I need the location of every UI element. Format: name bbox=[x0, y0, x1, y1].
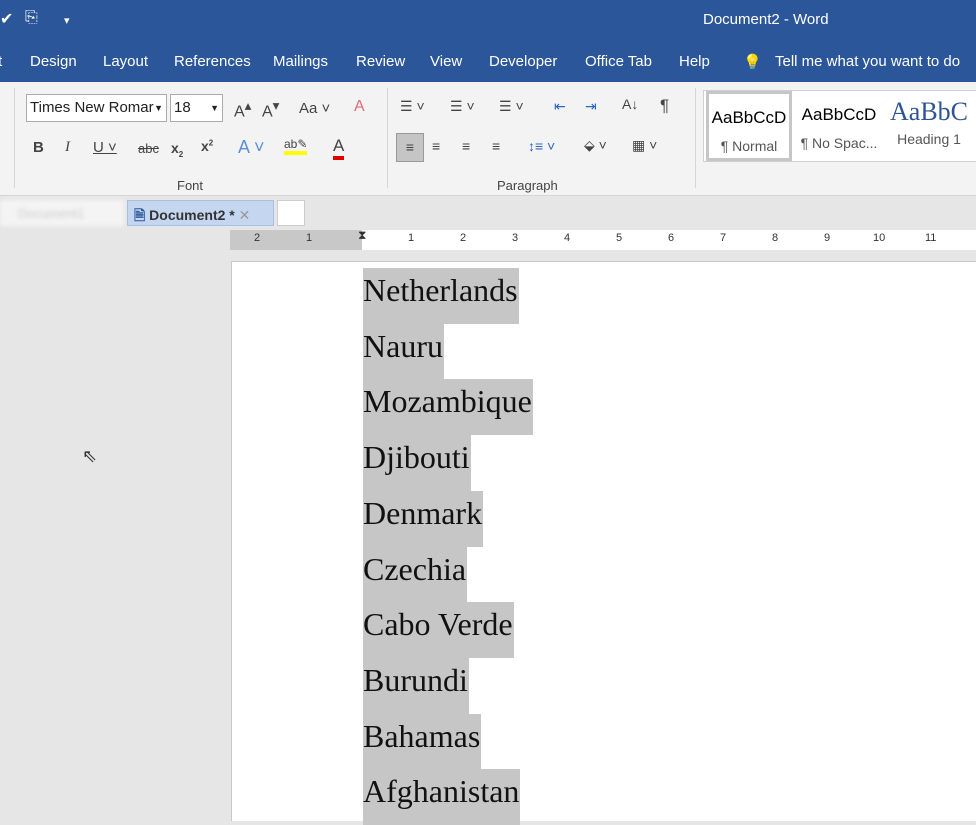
text-effects-icon[interactable]: A ˅ bbox=[238, 137, 265, 158]
ruler-tick-label: 11 bbox=[925, 232, 937, 244]
align-center-icon[interactable]: ≡ bbox=[432, 138, 440, 154]
document-line[interactable]: Czechia bbox=[363, 546, 468, 603]
ruler-tick-label: 2 bbox=[254, 232, 261, 244]
customize-qat-icon[interactable]: ▾ bbox=[64, 14, 70, 27]
change-case-icon[interactable]: Aa ˅ bbox=[299, 100, 330, 117]
font-size-select[interactable]: 18 ▼ bbox=[170, 94, 223, 122]
shrink-font-icon[interactable]: A▾ bbox=[262, 98, 279, 121]
lightbulb-icon: 💡 bbox=[743, 54, 762, 71]
document-line[interactable]: Netherlands bbox=[363, 268, 519, 324]
show-formatting-icon[interactable]: ¶ bbox=[660, 96, 669, 116]
ruler-tick-label: 10 bbox=[873, 232, 886, 244]
numbering-icon[interactable]: ☰ ˅ bbox=[450, 98, 475, 115]
mouse-cursor-icon: ⇖ bbox=[82, 446, 98, 466]
tab-references[interactable]: References bbox=[174, 53, 251, 70]
borders-icon[interactable]: ▦ ˅ bbox=[632, 137, 657, 154]
tab-document1[interactable]: Document1 bbox=[0, 200, 124, 226]
document-line[interactable]: Afghanistan bbox=[363, 769, 521, 825]
font-color-icon[interactable]: A bbox=[333, 136, 345, 160]
ruler-tick-label: 8 bbox=[772, 232, 779, 244]
ruler-tick-label: 2 bbox=[460, 232, 467, 244]
clear-formatting-icon[interactable]: A bbox=[354, 98, 365, 116]
tab-help[interactable]: Help bbox=[679, 53, 710, 70]
style-label: ¶ Normal bbox=[720, 138, 778, 154]
grow-font-icon[interactable]: A▴ bbox=[234, 98, 251, 121]
font-name-select[interactable]: Times New Romar ▼ bbox=[26, 94, 167, 122]
styles-gallery: AaBbCcD ¶ Normal AaBbCcD ¶ No Spac... AaBb… bbox=[703, 90, 976, 162]
tab-label: Document1 bbox=[18, 206, 85, 221]
document-line[interactable]: Djibouti bbox=[363, 435, 471, 492]
ruler-tick-label: 6 bbox=[668, 232, 675, 244]
tab-document2[interactable]: 🗎 Document2 * ✕ bbox=[127, 200, 274, 226]
style-sample: AaBbCcD bbox=[711, 108, 787, 127]
ruler-tick-label: 1 bbox=[306, 232, 313, 244]
multilevel-list-icon[interactable]: ☰ ˅ bbox=[499, 98, 524, 115]
document-line[interactable]: Nauru bbox=[363, 323, 444, 380]
font-size-value: 18 bbox=[174, 99, 191, 116]
highlight-icon[interactable]: ab✎ bbox=[284, 137, 308, 155]
tab-view[interactable]: View bbox=[430, 53, 462, 70]
decrease-indent-icon[interactable]: ⇤ bbox=[554, 98, 566, 115]
ribbon: Times New Romar ▼ 18 ▼ A▴ A▾ Aa ˅ A B I U … bbox=[0, 82, 976, 196]
style-sample: AaBbC bbox=[890, 97, 968, 126]
style-no-spacing[interactable]: AaBbCcD ¶ No Spac... bbox=[796, 91, 882, 161]
underline-icon[interactable]: U ˅ bbox=[93, 139, 117, 156]
close-tab-icon[interactable]: ✕ bbox=[239, 207, 251, 223]
ruler-tick-label: 7 bbox=[720, 232, 727, 244]
ruler-tick-label: 4 bbox=[564, 232, 571, 244]
tab-review[interactable]: Review bbox=[356, 53, 405, 70]
bold-icon[interactable]: B bbox=[33, 139, 44, 156]
tab-label: Document2 * bbox=[149, 207, 235, 223]
copy-icon[interactable]: ⎘ bbox=[25, 9, 38, 27]
document-line[interactable]: Cabo Verde bbox=[363, 602, 514, 659]
subscript-icon[interactable]: x2 bbox=[171, 140, 183, 159]
line-spacing-icon[interactable]: ↕≡ ˅ bbox=[528, 138, 555, 154]
bullets-icon[interactable]: ☰ ˅ bbox=[400, 98, 425, 115]
sort-icon[interactable]: A↓ bbox=[622, 96, 638, 112]
justify-icon[interactable]: ≡ bbox=[492, 138, 500, 154]
style-normal[interactable]: AaBbCcD ¶ Normal bbox=[706, 91, 792, 161]
font-name-value: Times New Romar bbox=[30, 99, 154, 116]
italic-icon[interactable]: I bbox=[65, 139, 70, 156]
document-page[interactable]: Netherlands Nauru Mozambique Djibouti Denmar… bbox=[231, 261, 976, 825]
tab-layout[interactable]: Layout bbox=[103, 53, 148, 70]
title-bar: ✔ ⎘ ▾ Document2 - Word bbox=[0, 0, 976, 42]
ruler-tick-label: 3 bbox=[512, 232, 519, 244]
font-group-label: Font bbox=[177, 178, 204, 193]
word-doc-icon: 🗎 bbox=[134, 207, 146, 223]
tab-insert[interactable]: t bbox=[0, 53, 2, 70]
increase-indent-icon[interactable]: ⇥ bbox=[585, 98, 597, 115]
ribbon-tabs: t Design Layout References Mailings Revi… bbox=[0, 42, 976, 82]
indent-marker[interactable]: ⧗ bbox=[358, 228, 366, 243]
strikethrough-icon[interactable]: abc bbox=[138, 141, 159, 156]
style-sample: AaBbCcD bbox=[801, 105, 877, 124]
ruler-tick-label: 9 bbox=[824, 232, 831, 244]
horizontal-ruler[interactable]: 2 1 ⧗ 1 2 3 4 5 6 7 8 9 10 11 bbox=[230, 228, 976, 250]
tab-design[interactable]: Design bbox=[30, 53, 77, 70]
document-line[interactable]: Mozambique bbox=[363, 379, 533, 436]
tell-me-search[interactable]: Tell me what you want to do bbox=[775, 53, 960, 70]
tab-office-tab[interactable]: Office Tab bbox=[585, 53, 652, 70]
document-line[interactable]: Bahamas bbox=[363, 713, 482, 770]
ruler-margin bbox=[230, 230, 362, 250]
window-title: Document2 - Word bbox=[703, 11, 829, 28]
style-label: Heading 1 bbox=[897, 131, 961, 147]
shading-icon[interactable]: ⬙ ˅ bbox=[584, 137, 607, 154]
ruler-tick-label: 5 bbox=[616, 232, 623, 244]
tab-mailings[interactable]: Mailings bbox=[273, 53, 328, 70]
new-tab-button[interactable] bbox=[277, 200, 305, 226]
style-label: ¶ No Spac... bbox=[800, 135, 878, 151]
document-line[interactable]: Burundi bbox=[363, 657, 469, 714]
align-left-icon[interactable]: ≡ bbox=[396, 133, 424, 162]
tab-developer[interactable]: Developer bbox=[489, 53, 557, 70]
paragraph-group-label: Paragraph bbox=[497, 178, 558, 193]
align-right-icon[interactable]: ≡ bbox=[462, 138, 470, 154]
document-line[interactable]: Denmark bbox=[363, 490, 484, 547]
superscript-icon[interactable]: x2 bbox=[201, 138, 213, 154]
ruler-tick-label: 1 bbox=[408, 232, 415, 244]
touch-mode-icon[interactable]: ✔ bbox=[0, 9, 13, 29]
style-heading-1[interactable]: AaBbC Heading 1 bbox=[886, 91, 972, 161]
document-tabs: Document1 🗎 Document2 * ✕ bbox=[0, 196, 976, 228]
